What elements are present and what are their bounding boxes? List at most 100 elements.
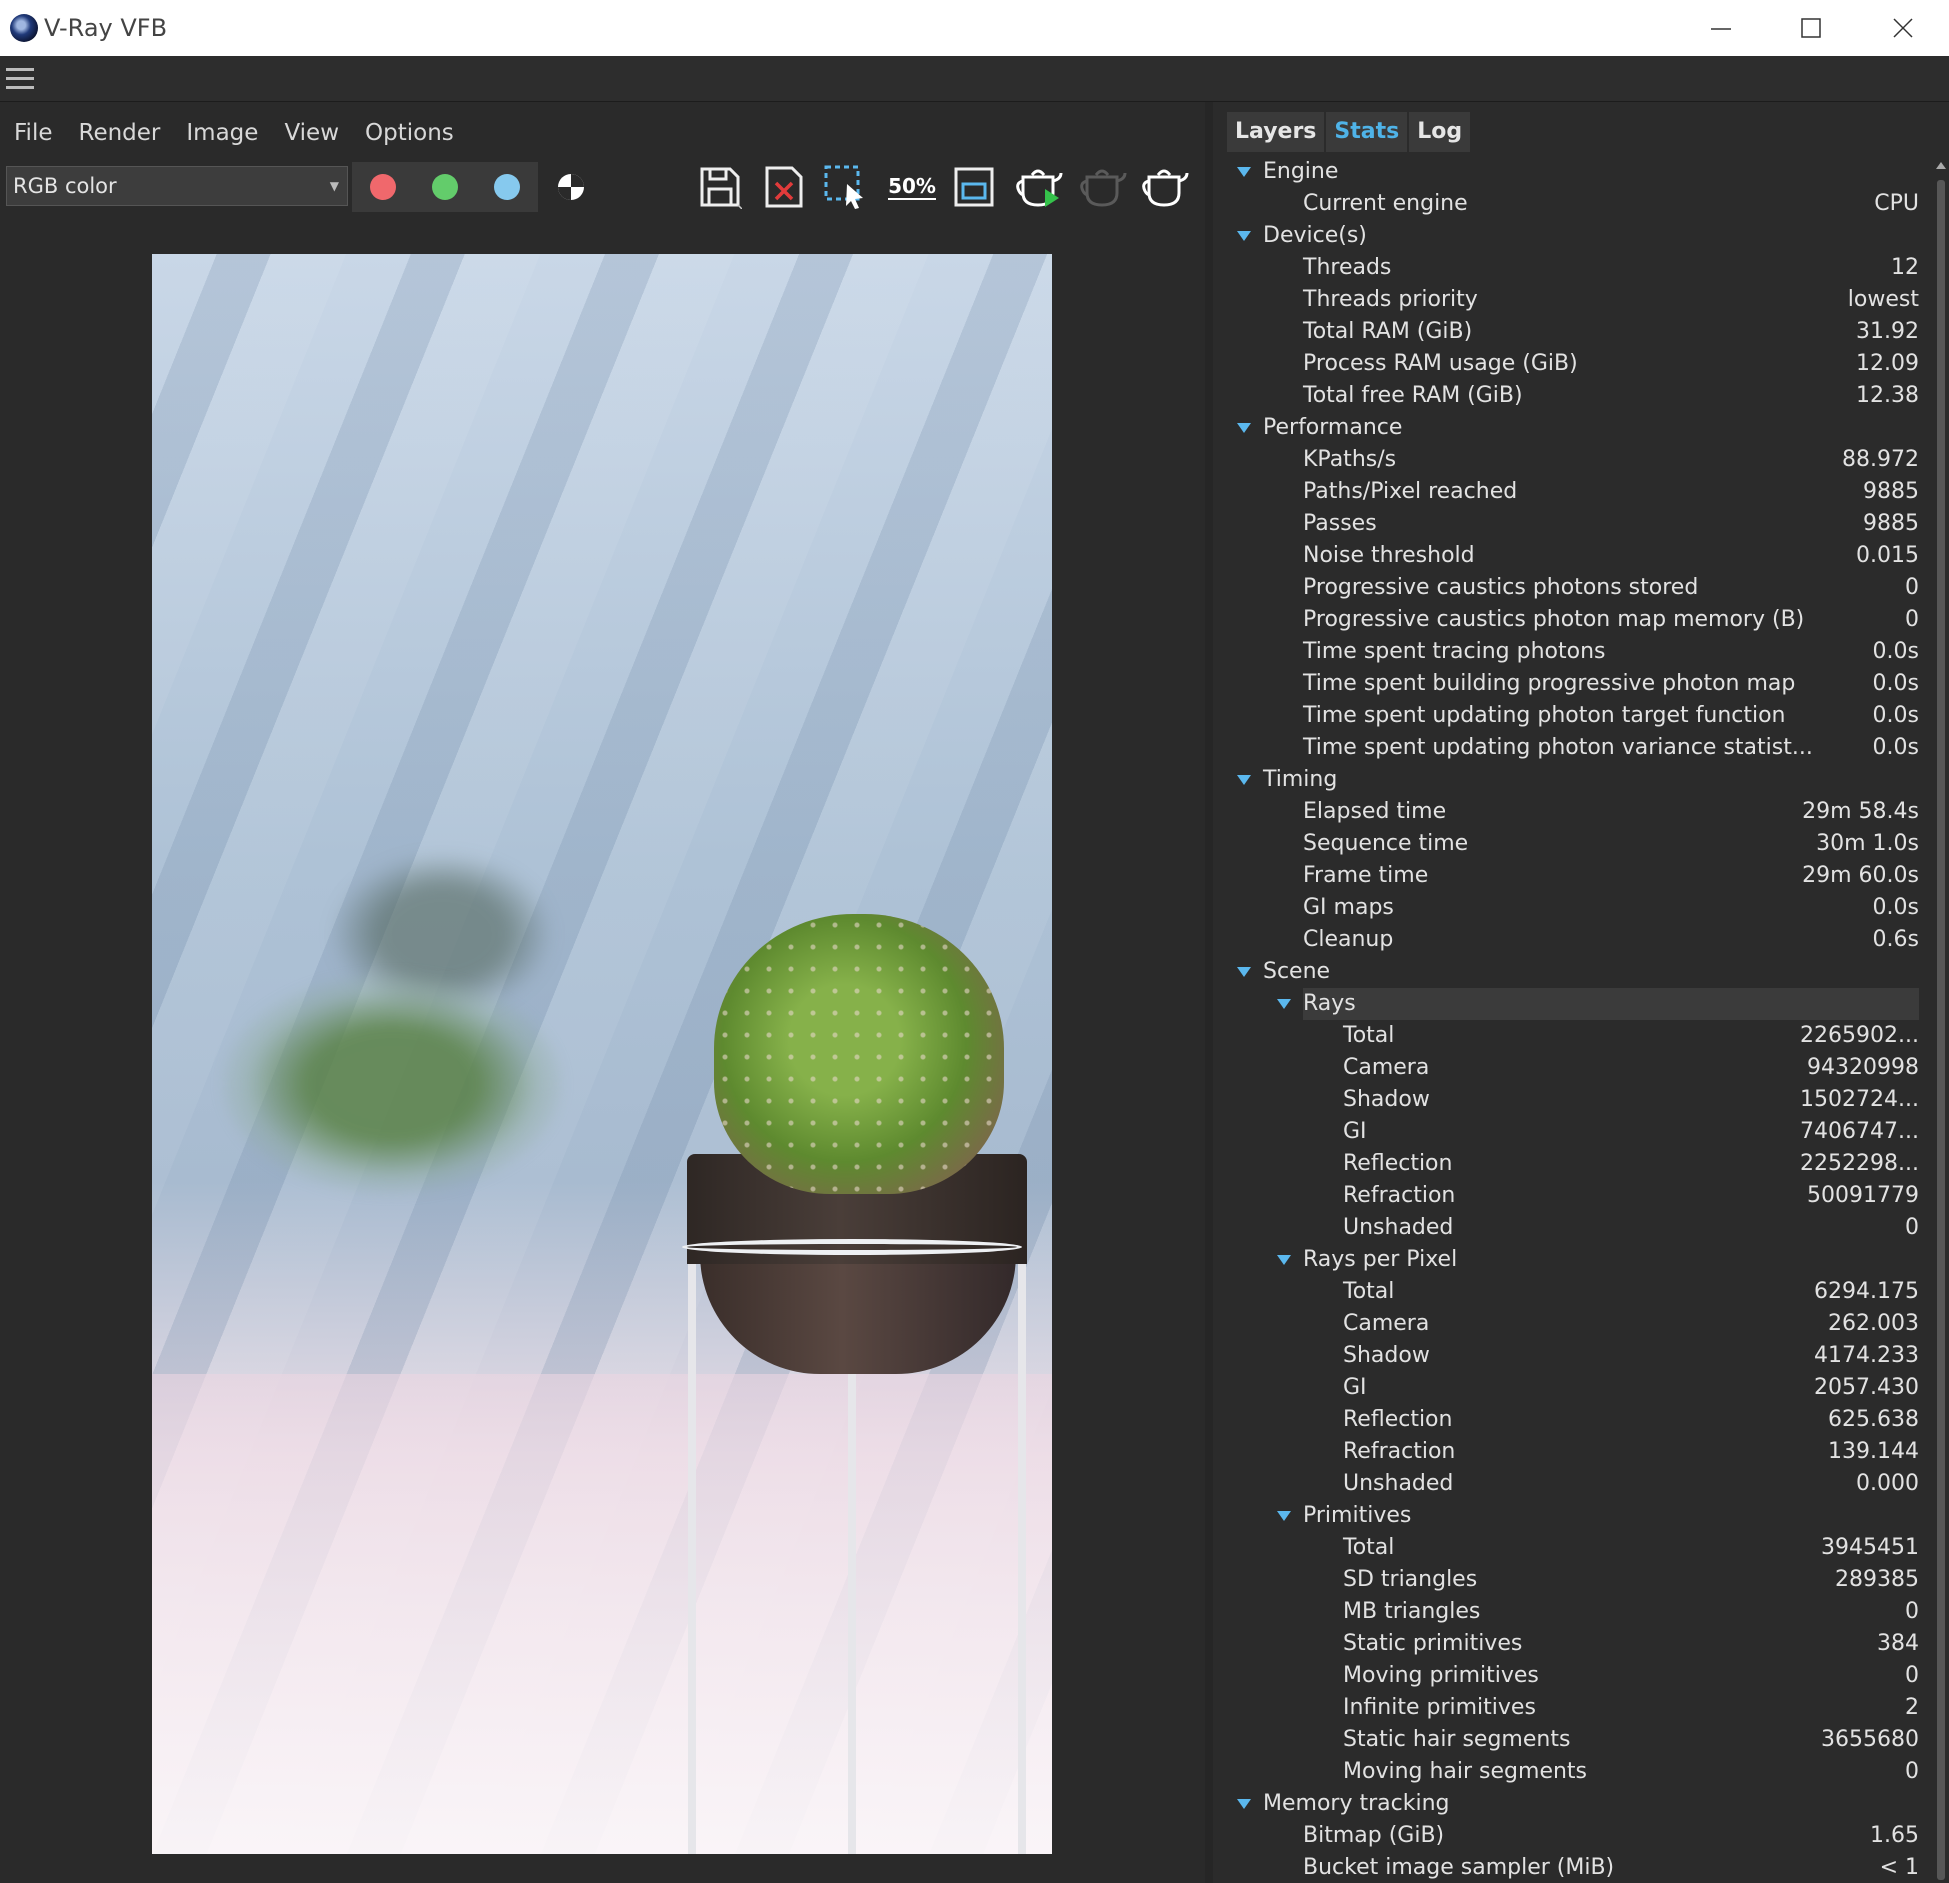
stats-row[interactable]: Total 3945451: [1233, 1532, 1919, 1564]
stats-row[interactable]: Refraction 139.144: [1233, 1436, 1919, 1468]
stats-row[interactable]: Rays per Pixel: [1233, 1244, 1919, 1276]
stats-row[interactable]: Total 6294.175: [1233, 1276, 1919, 1308]
stats-row[interactable]: Elapsed time 29m 58.4s: [1233, 796, 1919, 828]
stats-row[interactable]: Total 2265902...: [1233, 1020, 1919, 1052]
expand-triangle-icon[interactable]: [1277, 1511, 1291, 1521]
stats-row[interactable]: Camera 262.003: [1233, 1308, 1919, 1340]
stats-row[interactable]: Threads priority lowest: [1233, 284, 1919, 316]
stats-row[interactable]: Passes 9885: [1233, 508, 1919, 540]
stats-row[interactable]: Shadow 4174.233: [1233, 1340, 1919, 1372]
expand-triangle-icon[interactable]: [1237, 775, 1251, 785]
stats-row[interactable]: Performance: [1233, 412, 1919, 444]
stats-row[interactable]: Shadow 1502724...: [1233, 1084, 1919, 1116]
stats-row[interactable]: Total free RAM (GiB) 12.38: [1233, 380, 1919, 412]
tab-log[interactable]: Log: [1409, 112, 1471, 152]
maximize-button[interactable]: [1766, 0, 1856, 56]
region-select-button[interactable]: [820, 162, 872, 212]
stats-row[interactable]: Rays: [1233, 988, 1919, 1020]
blue-channel-button[interactable]: [476, 162, 538, 212]
alpha-channel-button[interactable]: [545, 162, 597, 212]
stats-row-value: 3655680: [1821, 1727, 1919, 1752]
zoom-button[interactable]: 50%: [886, 162, 938, 212]
menu-image[interactable]: Image: [172, 116, 270, 150]
menu-view[interactable]: View: [270, 116, 351, 150]
stats-row[interactable]: Time spent updating photon variance stat…: [1233, 732, 1919, 764]
scroll-up-icon[interactable]: [1936, 162, 1946, 169]
expand-triangle-icon[interactable]: [1237, 231, 1251, 241]
close-button[interactable]: [1858, 0, 1948, 56]
expand-triangle-icon[interactable]: [1237, 423, 1251, 433]
stats-row[interactable]: KPaths/s 88.972: [1233, 444, 1919, 476]
stats-row-label: SD triangles: [1343, 1567, 1478, 1592]
stats-row[interactable]: Device(s): [1233, 220, 1919, 252]
stats-row[interactable]: Unshaded 0.000: [1233, 1468, 1919, 1500]
expand-triangle-icon[interactable]: [1277, 999, 1291, 1009]
stats-row[interactable]: Memory tracking: [1233, 1788, 1919, 1820]
stats-row[interactable]: SD triangles 289385: [1233, 1564, 1919, 1596]
tab-layers[interactable]: Layers: [1227, 112, 1325, 152]
stats-row[interactable]: Engine: [1233, 156, 1919, 188]
expand-triangle-icon[interactable]: [1237, 967, 1251, 977]
stats-row[interactable]: GI maps 0.0s: [1233, 892, 1919, 924]
stats-row[interactable]: Timing: [1233, 764, 1919, 796]
stats-row-label: Unshaded: [1343, 1215, 1454, 1240]
green-dot-icon: [432, 174, 458, 200]
stats-row[interactable]: Time spent updating photon target functi…: [1233, 700, 1919, 732]
stats-row[interactable]: Total RAM (GiB) 31.92: [1233, 316, 1919, 348]
stats-row[interactable]: Scene: [1233, 956, 1919, 988]
channel-dropdown[interactable]: RGB color ▼: [6, 166, 348, 206]
stats-row-label: Current engine: [1303, 191, 1468, 216]
toolbar: RGB color ▼ 50%: [0, 158, 1205, 216]
stats-row[interactable]: Noise threshold 0.015: [1233, 540, 1919, 572]
panel-splitter[interactable]: [1205, 102, 1213, 1883]
stats-row[interactable]: Frame time 29m 60.0s: [1233, 860, 1919, 892]
stats-scrollbar[interactable]: [1933, 158, 1949, 1883]
stats-row[interactable]: Unshaded 0: [1233, 1212, 1919, 1244]
stats-row[interactable]: Moving primitives 0: [1233, 1660, 1919, 1692]
menu-file[interactable]: File: [0, 116, 65, 150]
stats-row[interactable]: Static hair segments 3655680: [1233, 1724, 1919, 1756]
stats-row[interactable]: Process RAM usage (GiB) 12.09: [1233, 348, 1919, 380]
expand-triangle-icon[interactable]: [1237, 1799, 1251, 1809]
tab-stats[interactable]: Stats: [1326, 112, 1408, 152]
green-channel-button[interactable]: [414, 162, 476, 212]
stats-row[interactable]: Time spent tracing photons 0.0s: [1233, 636, 1919, 668]
stop-render-button[interactable]: [1078, 162, 1130, 212]
hamburger-menu-icon[interactable]: [6, 68, 34, 90]
stats-row[interactable]: Paths/Pixel reached 9885: [1233, 476, 1919, 508]
render-viewport[interactable]: [152, 254, 1052, 1854]
red-channel-button[interactable]: [352, 162, 414, 212]
stats-row[interactable]: Bucket image sampler (MiB) < 1: [1233, 1852, 1919, 1883]
expand-triangle-icon[interactable]: [1237, 167, 1251, 177]
stats-row[interactable]: Progressive caustics photons stored 0: [1233, 572, 1919, 604]
stats-row[interactable]: Static primitives 384: [1233, 1628, 1919, 1660]
stats-row[interactable]: Reflection 625.638: [1233, 1404, 1919, 1436]
start-interactive-render-button[interactable]: [1014, 162, 1066, 212]
fit-region-button[interactable]: [948, 162, 1000, 212]
stats-row[interactable]: Bitmap (GiB) 1.65: [1233, 1820, 1919, 1852]
stats-row[interactable]: GI 2057.430: [1233, 1372, 1919, 1404]
scroll-thumb[interactable]: [1937, 180, 1945, 1880]
stats-row[interactable]: Cleanup 0.6s: [1233, 924, 1919, 956]
menu-options[interactable]: Options: [351, 116, 466, 150]
stats-row[interactable]: Refraction 50091779: [1233, 1180, 1919, 1212]
stats-row[interactable]: Primitives: [1233, 1500, 1919, 1532]
stats-row[interactable]: Camera 94320998: [1233, 1052, 1919, 1084]
stats-row[interactable]: Current engine CPU: [1233, 188, 1919, 220]
stats-row[interactable]: Reflection 2252298...: [1233, 1148, 1919, 1180]
stats-row[interactable]: MB triangles 0: [1233, 1596, 1919, 1628]
stats-row[interactable]: Moving hair segments 0: [1233, 1756, 1919, 1788]
stats-row[interactable]: Time spent building progressive photon m…: [1233, 668, 1919, 700]
stats-row[interactable]: Sequence time 30m 1.0s: [1233, 828, 1919, 860]
render-button[interactable]: [1140, 162, 1192, 212]
stats-row[interactable]: GI 7406747...: [1233, 1116, 1919, 1148]
menu-render[interactable]: Render: [65, 116, 173, 150]
minimize-button[interactable]: [1676, 0, 1766, 56]
clear-image-button[interactable]: [758, 162, 810, 212]
stats-row-value: 0.6s: [1872, 927, 1919, 952]
stats-row[interactable]: Progressive caustics photon map memory (…: [1233, 604, 1919, 636]
save-image-button[interactable]: [694, 162, 746, 212]
stats-row[interactable]: Threads 12: [1233, 252, 1919, 284]
expand-triangle-icon[interactable]: [1277, 1255, 1291, 1265]
stats-row[interactable]: Infinite primitives 2: [1233, 1692, 1919, 1724]
